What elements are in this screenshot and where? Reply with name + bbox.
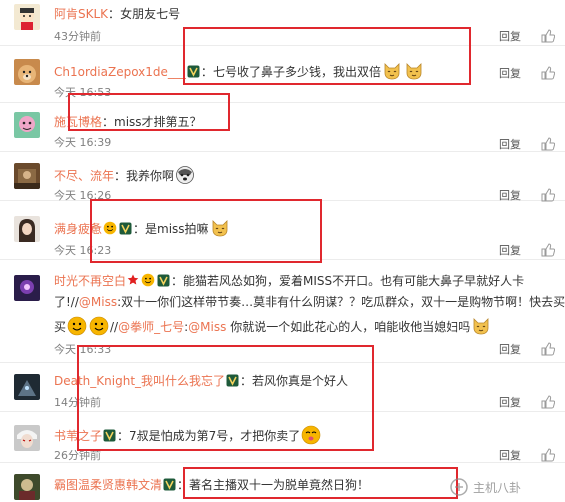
separator: ： (133, 222, 146, 236)
vip-badge-icon (119, 222, 132, 235)
comment-text: 七号收了鼻子多少钱，我出双倍 (212, 65, 381, 79)
reply-button[interactable]: 回复 (499, 65, 521, 81)
like-thumb-icon[interactable] (541, 448, 555, 462)
comment-text: 能猫若风怂如狗，爱着MISS不开口。也有可能大鼻子早就好人卡 (183, 274, 525, 288)
username[interactable]: 阿肯SKLK (54, 7, 108, 21)
like-thumb-icon[interactable] (541, 243, 555, 257)
timestamp: 今天 16:26 (54, 189, 112, 202)
like-thumb-icon[interactable] (541, 29, 555, 43)
avatar[interactable] (14, 216, 40, 242)
smile-emoji-icon (89, 316, 109, 336)
comment-text: 买 (54, 320, 67, 334)
like-thumb-icon[interactable] (541, 395, 555, 409)
comment-item: 书苇之子 ：7叔是怕成为第7号，才把你卖了 26分钟前 回复 (0, 413, 565, 463)
timestamp: 今天 16:33 (54, 343, 112, 356)
reply-button[interactable]: 回复 (499, 242, 521, 258)
separator: ： (114, 169, 127, 183)
mention-link[interactable]: @拳师_七号 (118, 320, 184, 334)
comment-list: 阿肯SKLK：女朋友七号 43分钟前 回复 Ch1ordiaZepox1de__… (0, 0, 565, 502)
star-icon (127, 274, 139, 286)
reply-button[interactable]: 回复 (499, 447, 521, 463)
timestamp: 今天 16:39 (54, 136, 112, 149)
like-thumb-icon[interactable] (541, 342, 555, 356)
separator: ： (108, 7, 121, 21)
like-thumb-icon[interactable] (541, 66, 555, 80)
separator: ： (171, 274, 184, 288)
smile-emoji-icon (301, 425, 321, 445)
mention-link[interactable]: @Miss (188, 320, 226, 334)
separator: ： (240, 374, 253, 388)
username[interactable]: 时光不再空白 (54, 274, 126, 288)
vip-badge-icon (226, 374, 239, 387)
comment-text: 7叔是怕成为第7号，才把你卖了 (129, 429, 301, 443)
timestamp: 26分钟前 (54, 449, 101, 462)
comment-text: 著名主播双十一为脱单竟然日狗！ (189, 478, 370, 492)
comment-item: 时光不再空白 ：能猫若风怂如狗，爱着MISS不开口。也有可能大鼻子早就好人卡 了!… (0, 261, 565, 363)
fox-emoji-icon (382, 61, 402, 81)
mention-link[interactable]: @Miss (79, 295, 117, 309)
husky-emoji-icon (175, 165, 195, 185)
watermark-logo: 主机八卦 (449, 476, 559, 498)
smile-emoji-icon (67, 316, 87, 336)
separator: ： (177, 478, 190, 492)
reply-button[interactable]: 回复 (499, 187, 521, 203)
like-thumb-icon[interactable] (541, 137, 555, 151)
fox-emoji-icon (404, 61, 424, 81)
reply-button[interactable]: 回复 (499, 28, 521, 44)
comment-text: // (110, 320, 119, 334)
avatar[interactable] (14, 59, 40, 85)
reply-button[interactable]: 回复 (499, 394, 521, 410)
comment-text: 是miss拍嘛 (145, 222, 209, 236)
comment-text: 了!// (54, 295, 79, 309)
avatar[interactable] (14, 275, 40, 301)
timestamp: 今天 16:23 (54, 244, 112, 257)
watermark-text: 主机八卦 (473, 481, 521, 495)
comment-item: 满身疲惫 ：是miss拍嘛 今天 16:23 回复 (0, 202, 565, 260)
comment-item: 不尽、流年：我养你啊 今天 16:26 回复 (0, 153, 565, 203)
username[interactable]: Death_Knight_我叫什么我忘了 (54, 374, 225, 388)
avatar[interactable] (14, 163, 40, 189)
like-thumb-icon[interactable] (541, 188, 555, 202)
avatar[interactable] (14, 112, 40, 138)
username[interactable]: 霸图温柔贤惠韩文清 (54, 478, 162, 492)
comment-text: 你就说一个如此花心的人，咱能收他当媳妇吗 (226, 320, 471, 334)
avatar[interactable] (14, 425, 40, 451)
separator: ： (200, 65, 213, 79)
username[interactable]: 不尽、流年 (54, 169, 114, 183)
smile-emoji-icon (103, 221, 117, 235)
comment-text: miss才排第五？ (114, 115, 202, 129)
avatar[interactable] (14, 474, 40, 500)
vip-badge-icon (187, 65, 200, 78)
separator: ： (117, 429, 130, 443)
timestamp: 14分钟前 (54, 396, 101, 409)
comment-item: 阿肯SKLK：女朋友七号 43分钟前 回复 (0, 0, 565, 46)
timestamp: 今天 16:53 (54, 86, 112, 99)
reply-button[interactable]: 回复 (499, 136, 521, 152)
timestamp: 43分钟前 (54, 30, 101, 43)
fox-emoji-icon (210, 218, 230, 238)
vip-badge-icon (103, 429, 116, 442)
smile-emoji-icon (141, 273, 155, 287)
comment-text: 若风你真是个好人 (252, 374, 349, 388)
comment-item: Death_Knight_我叫什么我忘了 ：若风你真是个好人 14分钟前 回复 (0, 364, 565, 412)
vip-badge-icon (157, 274, 170, 287)
vip-badge-icon (163, 478, 176, 491)
fox-emoji-icon (471, 316, 491, 336)
username[interactable]: 满身疲惫 (54, 222, 102, 236)
comment-text: :双十一你们这样带节奏…莫非有什么阴谋？？吃瓜群众，双十一是购物节啊！快去买买 (117, 295, 565, 309)
avatar[interactable] (14, 4, 40, 30)
username[interactable]: 书苇之子 (54, 429, 102, 443)
username[interactable]: 施瓦博格 (54, 115, 102, 129)
separator: ： (102, 115, 115, 129)
comment-text: 女朋友七号 (120, 7, 181, 21)
reply-button[interactable]: 回复 (499, 341, 521, 357)
comment-item: 施瓦博格：miss才排第五？ 今天 16:53 回复 今天 16:39 (0, 86, 565, 152)
username[interactable]: Ch1ordiaZepox1de___ (54, 65, 186, 79)
avatar[interactable] (14, 374, 40, 400)
comment-text: 我养你啊 (126, 169, 175, 183)
